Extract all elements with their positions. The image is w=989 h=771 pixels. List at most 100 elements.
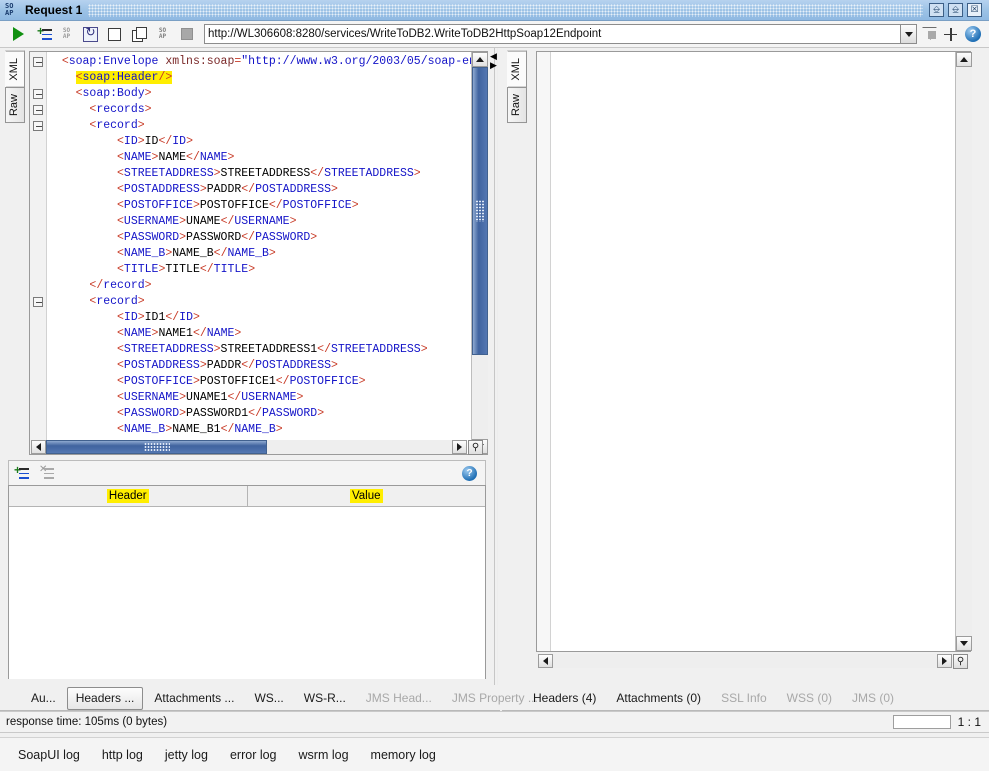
chevron-right-icon bbox=[457, 443, 462, 451]
scroll-down-button[interactable] bbox=[956, 636, 972, 651]
collapse-left-icon[interactable]: ◀ bbox=[490, 52, 497, 61]
xml-line: <ID>ID</ID> bbox=[117, 135, 193, 148]
scroll-right-button[interactable] bbox=[937, 654, 952, 668]
window-buttons: ⎒ ⎒ ☒ bbox=[929, 3, 982, 17]
request-xml-editor[interactable]: <soap:Envelope xmlns:soap="http://www.w3… bbox=[29, 51, 488, 455]
chevron-left-icon bbox=[543, 657, 548, 665]
request-tab-raw[interactable]: Raw bbox=[5, 86, 25, 123]
response-tab-xml[interactable]: XML bbox=[507, 51, 527, 88]
endpoint-dropdown-button[interactable] bbox=[901, 24, 917, 44]
splitter-line-2 bbox=[497, 48, 498, 685]
xml-line: <record> bbox=[89, 119, 145, 132]
scroll-left-button[interactable] bbox=[538, 654, 553, 668]
maximize-button[interactable]: ⎒ bbox=[948, 3, 963, 17]
headers-table-body[interactable] bbox=[9, 507, 485, 679]
tab-headers[interactable]: Headers ... bbox=[66, 687, 144, 710]
column-header-header[interactable]: Header bbox=[9, 486, 248, 506]
pane-splitter[interactable]: ◀ ▶ bbox=[489, 48, 502, 685]
fold-toggle-icon[interactable] bbox=[33, 121, 43, 131]
log-tab-soapui-log[interactable]: SoapUI log bbox=[18, 748, 80, 762]
chevron-down-icon bbox=[904, 31, 913, 37]
ratio-label: 1 : 1 bbox=[957, 715, 981, 729]
headers-table-toolbar: + ✕ ? bbox=[8, 460, 486, 485]
xml-line: </record> bbox=[89, 279, 152, 292]
xml-line: <PASSWORD>PASSWORD1</PASSWORD> bbox=[117, 407, 325, 420]
endpoint-input[interactable]: http://WL306608:8280/services/WriteToDB2… bbox=[204, 24, 901, 44]
fold-gutter bbox=[30, 52, 47, 454]
xml-line: <TITLE>TITLE</TITLE> bbox=[117, 263, 256, 276]
copy-request-button[interactable] bbox=[128, 24, 149, 45]
tab-au[interactable]: Au... bbox=[22, 687, 65, 710]
soap-icon: SO AP bbox=[62, 27, 71, 40]
column-header-value[interactable]: Value bbox=[248, 486, 486, 506]
request-editor-vscrollbar[interactable] bbox=[471, 52, 488, 454]
add-header-button[interactable]: + bbox=[14, 464, 34, 482]
tab-attachments[interactable]: Attachments ... bbox=[145, 687, 243, 710]
help-button[interactable]: ? bbox=[965, 26, 981, 42]
log-tab-jetty-log[interactable]: jetty log bbox=[165, 748, 208, 762]
recreate-request-button[interactable] bbox=[80, 24, 101, 45]
response-pane: XML Raw ⚲ bbox=[502, 48, 989, 685]
scroll-up-button[interactable] bbox=[956, 52, 972, 67]
headers-table[interactable]: Header Value bbox=[8, 485, 486, 679]
xml-line: <PASSWORD>PASSWORD</PASSWORD> bbox=[117, 231, 318, 244]
fold-toggle-icon[interactable] bbox=[33, 89, 43, 99]
response-editor-vscrollbar[interactable] bbox=[955, 52, 972, 651]
xml-line: <soap:Envelope xmlns:soap="http://www.w3… bbox=[61, 55, 483, 68]
fold-toggle-icon[interactable] bbox=[33, 297, 43, 307]
response-editor-hscrollbar[interactable]: ⚲ bbox=[538, 654, 971, 669]
remove-header-button: ✕ bbox=[39, 464, 59, 482]
tab-headers-4[interactable]: Headers (4) bbox=[524, 687, 605, 710]
request-xml-content[interactable]: <soap:Envelope xmlns:soap="http://www.w3… bbox=[48, 54, 487, 454]
soap-action-button[interactable]: SO AP bbox=[152, 24, 173, 45]
create-test-request-button[interactable]: SO AP bbox=[56, 24, 77, 45]
close-button[interactable]: ☒ bbox=[967, 3, 982, 17]
search-editor-button[interactable]: ⚲ bbox=[468, 440, 483, 455]
log-tab-wsrm-log[interactable]: wsrm log bbox=[299, 748, 349, 762]
tab-ws[interactable]: WS... bbox=[245, 687, 292, 710]
response-xml-editor[interactable] bbox=[536, 51, 971, 652]
log-tab-http-log[interactable]: http log bbox=[102, 748, 143, 762]
stop-button[interactable] bbox=[176, 24, 197, 45]
headers-help-button[interactable]: ? bbox=[462, 465, 477, 481]
add-endpoint-button[interactable] bbox=[943, 27, 958, 42]
tab-ssl-info: SSL Info bbox=[721, 691, 767, 705]
request-tab-xml[interactable]: XML bbox=[5, 51, 25, 88]
copy-icon bbox=[131, 27, 147, 42]
restore-down-button[interactable]: ⎒ bbox=[929, 3, 944, 17]
hscroll-thumb[interactable] bbox=[46, 440, 267, 454]
xml-line: <USERNAME>UNAME1</USERNAME> bbox=[117, 391, 304, 404]
fold-toggle-icon[interactable] bbox=[33, 57, 43, 67]
fold-toggle-icon[interactable] bbox=[33, 105, 43, 115]
response-view-tabs: XML Raw bbox=[507, 51, 529, 123]
response-tab-raw[interactable]: Raw bbox=[507, 86, 527, 123]
headers-table-header-row: Header Value bbox=[9, 486, 485, 507]
clone-request-button[interactable] bbox=[104, 24, 125, 45]
log-tab-error-log[interactable]: error log bbox=[230, 748, 277, 762]
tab-jms-head: JMS Head... bbox=[365, 691, 432, 705]
filter-button[interactable] bbox=[922, 27, 937, 41]
log-tab-bar: SoapUI log http log jetty log error log wsrm… bbox=[0, 737, 989, 771]
tab-ws-r[interactable]: WS-R... bbox=[295, 687, 355, 710]
add-assertion-button[interactable]: + bbox=[32, 24, 53, 45]
title-bar-texture bbox=[88, 3, 923, 17]
run-request-button[interactable] bbox=[8, 24, 29, 45]
log-tab-memory-log[interactable]: memory log bbox=[371, 748, 436, 762]
scroll-right-button[interactable] bbox=[452, 440, 467, 454]
vscroll-trough[interactable] bbox=[956, 67, 972, 636]
response-bottom-tabs: Headers (4) Attachments (0) SSL Info WSS (0… bbox=[502, 685, 989, 711]
xml-line: <records> bbox=[89, 103, 152, 116]
collapse-right-icon[interactable]: ▶ bbox=[490, 61, 497, 70]
scroll-left-button[interactable] bbox=[31, 440, 46, 454]
soap-icon: SO AP bbox=[5, 2, 14, 17]
response-xml-content[interactable] bbox=[555, 54, 970, 651]
request-editor-hscrollbar[interactable]: ⚲ bbox=[31, 440, 486, 455]
search-response-button[interactable]: ⚲ bbox=[953, 654, 968, 669]
hscroll-trough[interactable] bbox=[553, 654, 937, 668]
tab-attachments-0[interactable]: Attachments (0) bbox=[607, 687, 710, 710]
scroll-up-button[interactable] bbox=[472, 52, 488, 67]
soap-icon: SO AP bbox=[158, 27, 167, 40]
xml-line: <record> bbox=[89, 295, 145, 308]
xml-line: <soap:Body> bbox=[75, 87, 152, 100]
vscroll-thumb[interactable] bbox=[472, 67, 488, 355]
